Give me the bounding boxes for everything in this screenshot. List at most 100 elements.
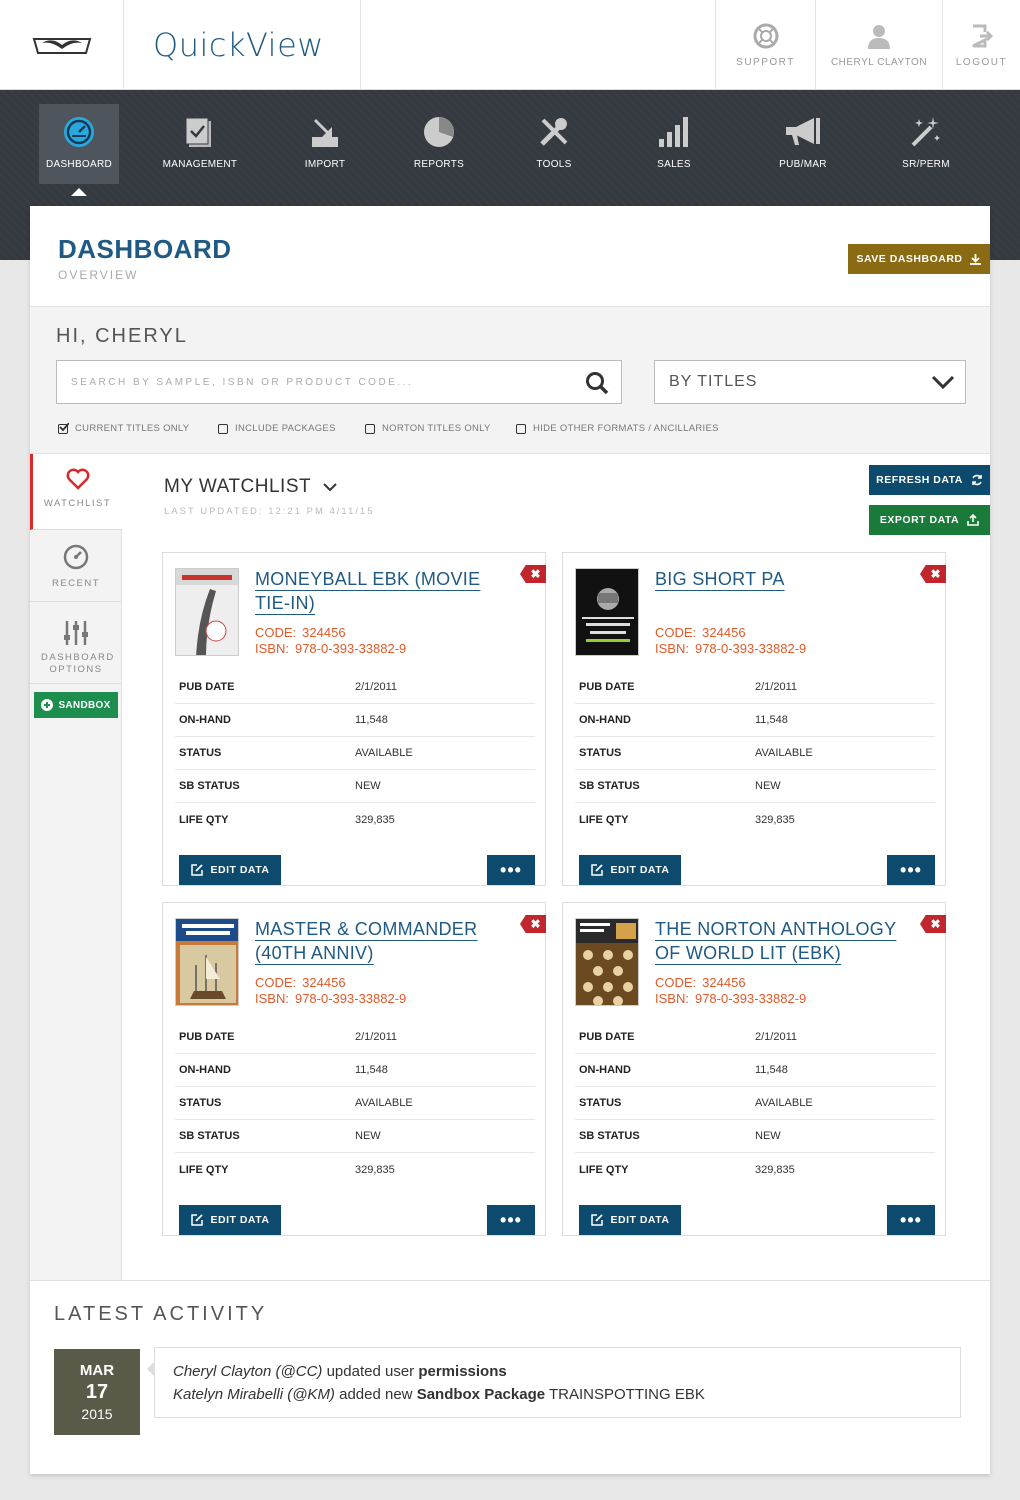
nav-srperm-label: SR/PERM: [902, 159, 950, 170]
card-details: PUB DATE 2/1/2011 ON-HAND 11,548 STATUS AVA…: [175, 671, 535, 836]
row-key: STATUS: [579, 1097, 622, 1109]
nav-reports[interactable]: REPORTS: [399, 104, 479, 184]
sidebar-item-watchlist[interactable]: WATCHLIST: [30, 454, 122, 530]
nav-tools[interactable]: TOOLS: [514, 104, 594, 184]
activity-object[interactable]: permissions: [418, 1363, 506, 1380]
row-key: STATUS: [179, 747, 222, 759]
nav-sales-label: SALES: [657, 159, 691, 170]
sandbox-label: SANDBOX: [58, 699, 111, 711]
sliders-icon: [64, 621, 88, 645]
more-options-button[interactable]: •••: [887, 855, 935, 885]
seagull-logo-icon: [32, 38, 91, 54]
refresh-data-label: REFRESH DATA: [876, 474, 963, 486]
card-code: CODE: 324456: [255, 975, 346, 990]
watchlist-card: MASTER & COMMANDER (40TH ANNIV) ✖ CODE: 3…: [162, 902, 546, 1236]
watchlist-dropdown[interactable]: MY WATCHLIST: [164, 476, 337, 498]
nav-management[interactable]: MANAGEMENT: [160, 104, 240, 184]
card-code: CODE: 324456: [655, 625, 746, 640]
reports-pie-icon: [424, 117, 454, 147]
export-data-label: EXPORT DATA: [879, 514, 960, 526]
activity-action: added new: [339, 1386, 413, 1403]
edit-data-button[interactable]: EDIT DATA: [179, 855, 281, 885]
card-title-link[interactable]: BIG SHORT PA: [655, 567, 910, 591]
checkbox-norton-titles[interactable]: NORTON TITLES ONLY: [365, 423, 516, 434]
support-icon: [753, 23, 778, 48]
row-value: 329,835: [355, 1163, 395, 1176]
checkbox-include-packages[interactable]: INCLUDE PACKAGES: [218, 423, 365, 434]
sandbox-button[interactable]: SANDBOX: [34, 692, 118, 718]
more-options-button[interactable]: •••: [487, 855, 535, 885]
checkbox-hide-formats[interactable]: HIDE OTHER FORMATS / ANCILLARIES: [516, 423, 719, 434]
card-title-link[interactable]: THE NORTON ANTHOLOGY OF WORLD LIT (EBK): [655, 917, 910, 965]
row-key: ON-HAND: [179, 1064, 231, 1076]
save-dashboard-button[interactable]: SAVE DASHBOARD: [848, 244, 990, 274]
more-options-button[interactable]: •••: [887, 1205, 935, 1235]
edit-icon: [190, 864, 203, 876]
chevron-down-icon: [323, 482, 337, 491]
refresh-data-button[interactable]: REFRESH DATA: [869, 465, 990, 495]
book-cover-image: [575, 918, 639, 1006]
more-options-button[interactable]: •••: [487, 1205, 535, 1235]
card-code-label: CODE:: [255, 975, 297, 990]
export-data-button[interactable]: EXPORT DATA: [869, 505, 990, 535]
card-isbn: ISBN: 978-0-393-33882-9: [255, 991, 406, 1006]
nav-import[interactable]: IMPORT: [285, 104, 365, 184]
nav-pubmar[interactable]: PUB/MAR: [763, 104, 843, 184]
row-value: 329,835: [755, 1163, 795, 1176]
dashboard-panel: DASHBOARD OVERVIEW SAVE DASHBOARD HI, CH…: [30, 206, 990, 1474]
user-menu-button[interactable]: CHERYL CLAYTON: [815, 0, 942, 90]
remove-card-button[interactable]: ✖: [520, 565, 546, 583]
logout-button[interactable]: LOGOUT: [942, 0, 1020, 90]
book-cover-image: [575, 568, 639, 656]
remove-card-button[interactable]: ✖: [920, 915, 946, 933]
remove-card-button[interactable]: ✖: [920, 565, 946, 583]
activity-entry: Cheryl Clayton (@CC) updated user permis…: [173, 1360, 942, 1383]
checkbox-empty-icon: [516, 423, 526, 434]
remove-card-button[interactable]: ✖: [520, 915, 546, 933]
search-icon[interactable]: [585, 371, 609, 395]
latest-activity: LATEST ACTIVITY MAR 17 2015 Cheryl Clayt…: [30, 1280, 990, 1474]
card-isbn-value: 978-0-393-33882-9: [294, 991, 407, 1006]
checkbox-label: NORTON TITLES ONLY: [382, 423, 491, 434]
sidebar-item-dashboard-options[interactable]: DASHBOARD OPTIONS: [30, 602, 122, 684]
edit-data-button[interactable]: EDIT DATA: [579, 1205, 681, 1235]
support-button[interactable]: SUPPORT: [715, 0, 815, 90]
row-key: ON-HAND: [179, 714, 231, 726]
filter-select[interactable]: BY TITLES: [654, 360, 966, 404]
card-row: ON-HAND 11,548: [575, 1054, 935, 1087]
row-key: SB STATUS: [579, 780, 640, 792]
nav-sales[interactable]: SALES: [634, 104, 714, 184]
page-title: DASHBOARD: [58, 234, 232, 264]
sidebar-item-label: DASHBOARD OPTIONS: [41, 652, 115, 675]
card-isbn-label: ISBN:: [655, 991, 689, 1006]
checkbox-current-titles[interactable]: CURRENT TITLES ONLY: [58, 422, 218, 434]
row-key: LIFE QTY: [579, 1163, 629, 1176]
nav-management-label: MANAGEMENT: [162, 159, 238, 170]
card-details: PUB DATE 2/1/2011 ON-HAND 11,548 STATUS AVA…: [175, 1021, 535, 1186]
card-row: PUB DATE 2/1/2011: [175, 1021, 535, 1054]
card-row: PUB DATE 2/1/2011: [175, 671, 535, 704]
edit-icon: [590, 1214, 603, 1226]
card-isbn-label: ISBN:: [655, 641, 689, 656]
logout-label: LOGOUT: [955, 56, 1008, 68]
nav-srperm[interactable]: SR/PERM: [886, 104, 966, 184]
checkbox-empty-icon: [365, 423, 375, 434]
watchlist-card: MONEYBALL EBK (MOVIE TIE-IN) ✖ CODE: 3244…: [162, 552, 546, 886]
edit-data-button[interactable]: EDIT DATA: [179, 1205, 281, 1235]
sidebar-item-recent[interactable]: RECENT: [30, 530, 122, 602]
plus-circle-icon: [41, 699, 54, 711]
edit-data-button[interactable]: EDIT DATA: [579, 855, 681, 885]
card-code-label: CODE:: [255, 625, 297, 640]
search-input[interactable]: [57, 361, 577, 403]
nav-dashboard[interactable]: DASHBOARD: [39, 104, 119, 196]
card-title-link[interactable]: MONEYBALL EBK (MOVIE TIE-IN): [255, 567, 510, 615]
activity-user[interactable]: Cheryl Clayton (@CC): [173, 1363, 322, 1380]
logo[interactable]: [0, 0, 124, 90]
user-name-label: CHERYL CLAYTON: [830, 56, 928, 68]
row-key: LIFE QTY: [179, 1163, 229, 1176]
card-title-link[interactable]: MASTER & COMMANDER (40TH ANNIV): [255, 917, 510, 965]
row-value: 2/1/2011: [755, 1031, 798, 1043]
activity-object[interactable]: Sandbox Package: [417, 1386, 545, 1403]
activity-user[interactable]: Katelyn Mirabelli (@KM): [173, 1386, 335, 1403]
top-header: QuickView SUPPORT CHERYL CLAYTON LOGOUT: [0, 0, 1020, 90]
